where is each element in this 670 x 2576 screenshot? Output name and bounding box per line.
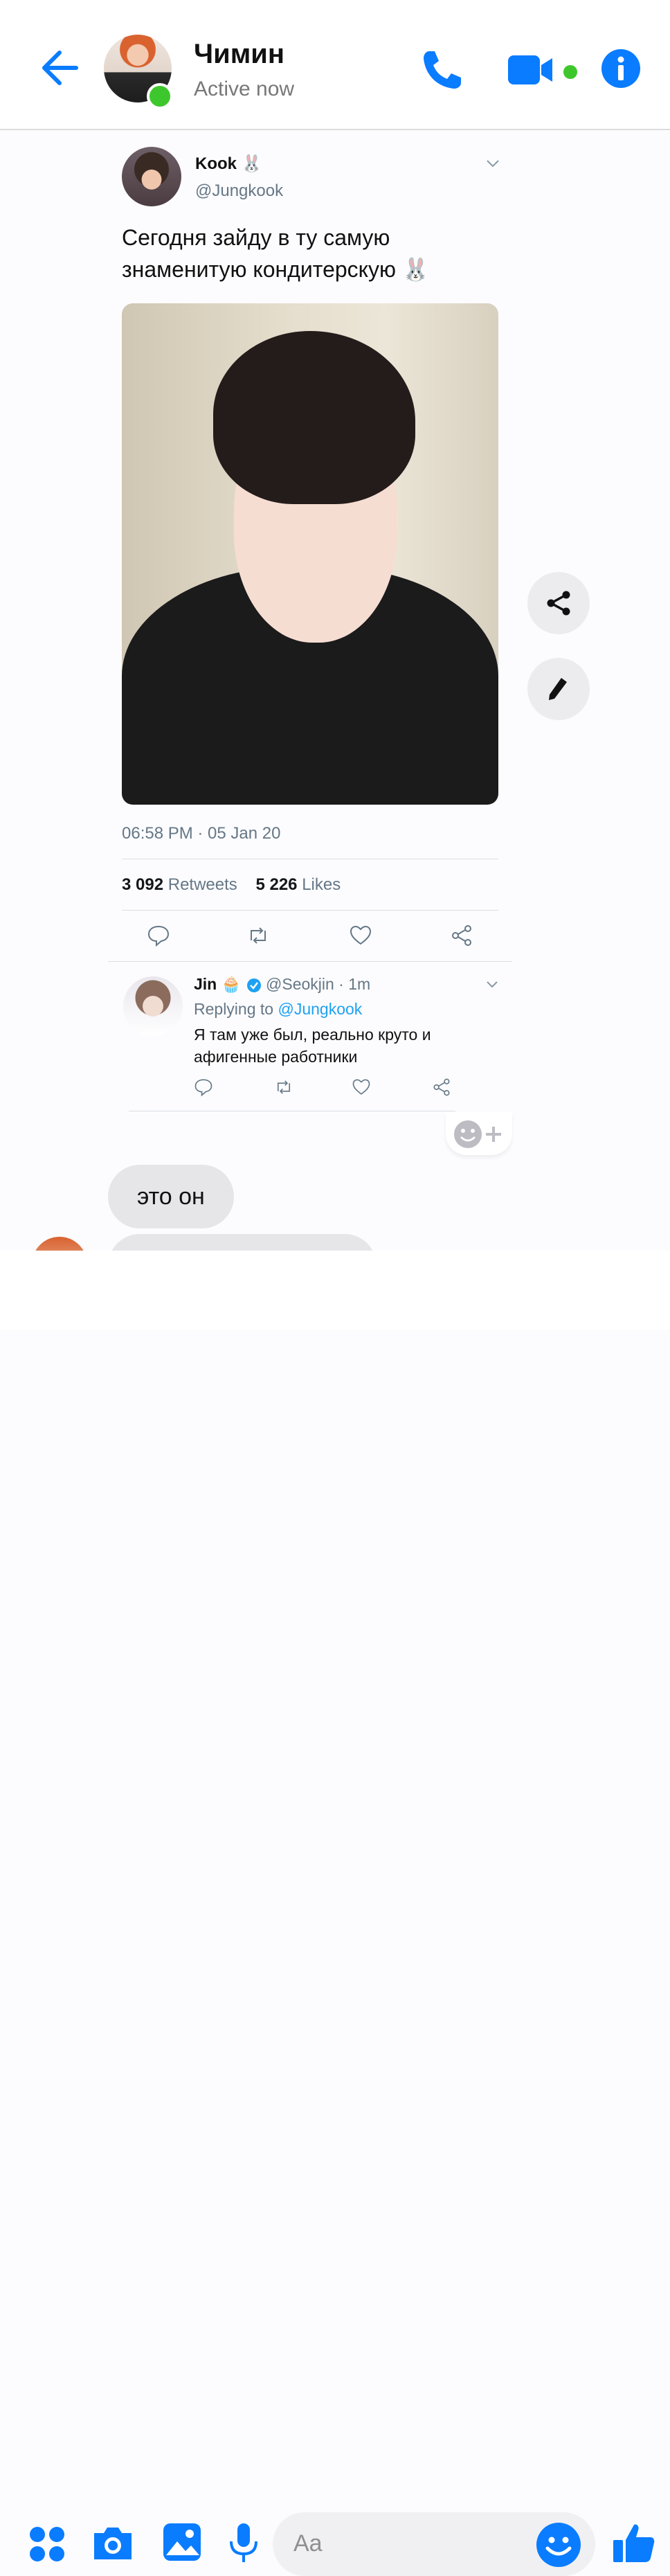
reply-author-avatar[interactable] bbox=[123, 976, 183, 1036]
emoji-icon[interactable] bbox=[536, 2522, 581, 2568]
phone-icon[interactable] bbox=[419, 47, 465, 93]
pencil-icon bbox=[549, 678, 567, 700]
apps-grid-icon[interactable] bbox=[28, 2525, 66, 2564]
tweet-text: Сегодня зайду в ту самую знаменитую конд… bbox=[122, 225, 430, 282]
retweets-label: Retweets bbox=[168, 875, 237, 894]
message-bubble[interactable]: это он bbox=[108, 1165, 234, 1228]
video-camera-icon[interactable] bbox=[507, 53, 555, 87]
retweet-icon[interactable] bbox=[246, 924, 270, 947]
chat-header: Чимин Active now bbox=[0, 0, 670, 130]
heart-icon[interactable] bbox=[352, 1077, 371, 1097]
tweet-photo[interactable] bbox=[122, 303, 498, 805]
share-icon[interactable] bbox=[450, 924, 473, 947]
reply-author-name[interactable]: Jin 🧁 bbox=[194, 975, 241, 994]
camera-icon[interactable] bbox=[91, 2523, 134, 2562]
divider bbox=[108, 961, 512, 962]
replying-to-prefix: Replying to bbox=[194, 1000, 274, 1018]
add-reaction-button[interactable] bbox=[446, 1112, 512, 1155]
likes-count: 5 226 bbox=[255, 875, 298, 894]
info-icon[interactable] bbox=[601, 48, 641, 89]
divider bbox=[122, 910, 498, 911]
tweet-author-avatar[interactable] bbox=[122, 147, 181, 206]
share-icon bbox=[547, 591, 570, 616]
message-input-placeholder: Aa bbox=[293, 2530, 323, 2557]
video-active-dot bbox=[563, 65, 577, 79]
verified-badge-icon bbox=[247, 978, 261, 992]
share-icon[interactable] bbox=[432, 1077, 451, 1097]
retweets-count: 3 092 bbox=[122, 875, 164, 894]
thumbs-up-icon[interactable] bbox=[612, 2521, 656, 2565]
likes-label: Likes bbox=[302, 875, 341, 894]
reply-text: Я там уже был, реально круто и афигенные… bbox=[194, 1026, 431, 1066]
tweet-stats: 3 092 Retweets 5 226 Likes bbox=[122, 875, 341, 895]
contact-name[interactable]: Чимин bbox=[194, 39, 284, 70]
replying-to: Replying to @Jungkook bbox=[194, 1000, 362, 1019]
back-arrow-icon[interactable] bbox=[36, 46, 80, 90]
edit-button[interactable] bbox=[527, 658, 590, 720]
reply-icon[interactable] bbox=[147, 924, 170, 947]
reply-icon[interactable] bbox=[194, 1077, 213, 1097]
photo-hair bbox=[213, 331, 415, 504]
tweet-timestamp: 06:58 PM · 05 Jan 20 bbox=[122, 824, 281, 843]
replying-to-mention[interactable]: @Jungkook bbox=[278, 1000, 362, 1018]
microphone-icon[interactable] bbox=[228, 2522, 259, 2564]
smiley-plus-icon bbox=[454, 1120, 501, 1148]
online-indicator bbox=[147, 83, 173, 109]
share-button[interactable] bbox=[527, 572, 590, 634]
message-composer: Aa bbox=[0, 1251, 670, 2576]
chevron-down-icon[interactable] bbox=[485, 976, 500, 992]
chevron-down-icon[interactable] bbox=[485, 155, 501, 172]
gallery-icon[interactable] bbox=[162, 2522, 202, 2562]
tweet-author-name[interactable]: Kook 🐰 bbox=[195, 154, 262, 174]
heart-icon[interactable] bbox=[349, 924, 372, 947]
contact-status: Active now bbox=[194, 78, 295, 100]
retweet-icon[interactable] bbox=[274, 1077, 293, 1097]
reply-meta: @Seokjin · 1m bbox=[266, 975, 371, 993]
tweet-author-handle: @Jungkook bbox=[195, 181, 284, 200]
